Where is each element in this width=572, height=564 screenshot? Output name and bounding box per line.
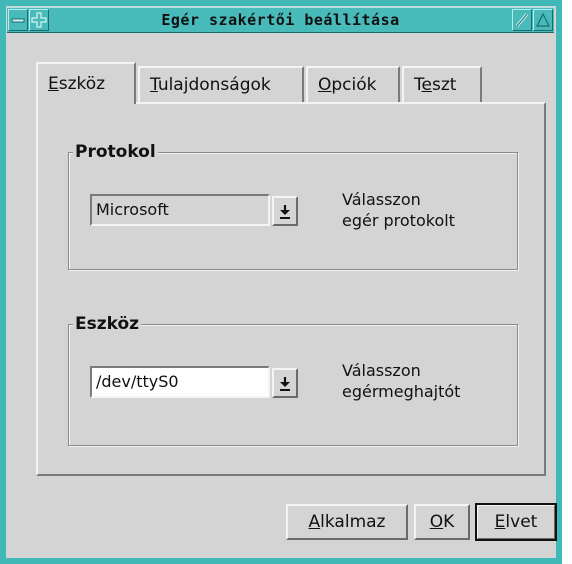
window-title: Egér szakértői beállítása (161, 11, 400, 29)
apply-button[interactable]: Alkalmaz (286, 504, 408, 540)
window-frame: Egér szakértői beállítása Eszköz Tulajdo… (0, 0, 562, 564)
minimize-icon[interactable] (533, 9, 553, 31)
tab-eszkoz-mnemonic: E (48, 74, 59, 94)
maximize-icon[interactable] (512, 9, 532, 31)
cancel-button[interactable]: Elvet (475, 503, 557, 541)
dropdown-arrow-icon (280, 205, 290, 219)
tab-teszt-prefix: T (414, 75, 422, 95)
window-menu-icon[interactable] (8, 9, 28, 31)
tab-tulajdonsagok[interactable]: Tulajdonságok (138, 66, 304, 102)
cancel-button-label: lvet (505, 512, 538, 532)
tab-opciok[interactable]: Opciók (306, 66, 400, 102)
ok-button[interactable]: OK (414, 504, 470, 540)
protocol-hint-line2: egér protokolt (342, 211, 455, 230)
device-hint-line1: Válasszon (342, 361, 421, 380)
protocol-hint-line1: Válasszon (342, 190, 421, 209)
device-dropdown-button[interactable] (272, 368, 298, 398)
tab-tulajdonsagok-mnemonic: T (150, 75, 158, 95)
tab-tulajdonsagok-label: ulajdonságok (157, 75, 271, 95)
title-bar[interactable]: Egér szakértői beállítása (7, 7, 554, 33)
apply-button-label: lkalmaz (320, 512, 386, 532)
ok-button-mnemonic: O (429, 512, 444, 532)
protocol-dropdown-button[interactable] (272, 196, 298, 226)
device-hint: Válasszon egérmeghajtót (342, 360, 460, 402)
tab-opciok-label: pciók (331, 75, 377, 95)
protocol-group-label: Protokol (73, 142, 158, 162)
apply-button-mnemonic: A (308, 512, 321, 532)
tab-eszkoz[interactable]: Eszköz (36, 62, 136, 104)
device-select-value: /dev/ttyS0 (96, 372, 179, 391)
device-group-label: Eszköz (73, 314, 142, 334)
window-plus-icon[interactable] (29, 9, 49, 31)
protocol-hint: Válasszon egér protokolt (342, 189, 455, 231)
protocol-select[interactable]: Microsoft (90, 194, 270, 226)
protocol-select-value: Microsoft (96, 200, 169, 219)
tab-teszt-label: szt (431, 75, 457, 95)
device-hint-line2: egérmeghajtót (342, 382, 461, 401)
device-select[interactable]: /dev/ttyS0 (90, 366, 270, 398)
dropdown-arrow-icon (280, 377, 290, 391)
tab-opciok-mnemonic: O (318, 75, 332, 95)
cancel-button-mnemonic: E (494, 512, 506, 532)
ok-button-label: K (443, 512, 455, 532)
tab-eszkoz-label: szköz (58, 74, 106, 94)
tab-teszt-mnemonic: e (421, 75, 432, 95)
tab-teszt[interactable]: Teszt (402, 66, 482, 102)
